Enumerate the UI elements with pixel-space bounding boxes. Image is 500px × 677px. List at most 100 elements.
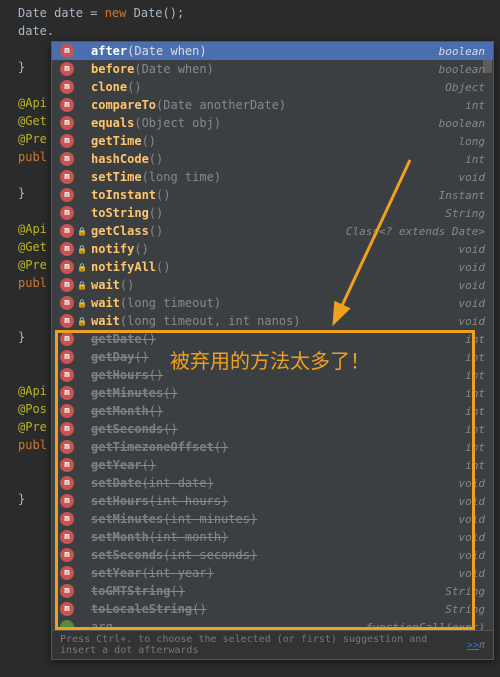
return-type: void — [459, 567, 486, 580]
suggestion-item[interactable]: m🔒wait(long timeout)void — [52, 294, 493, 312]
method-params: () — [163, 422, 177, 436]
method-params: () — [192, 602, 206, 616]
suggestion-item[interactable]: msetHours(int hours)void — [52, 492, 493, 510]
return-type: int — [465, 351, 485, 364]
suggestion-item[interactable]: mgetMonth()int — [52, 402, 493, 420]
lock-icon: 🔒 — [77, 245, 87, 254]
suggestion-item[interactable]: m🔒getClass()Class<? extends Date> — [52, 222, 493, 240]
suggestion-item[interactable]: m🔒notify()void — [52, 240, 493, 258]
method-params: () — [142, 332, 156, 346]
return-type: void — [459, 315, 486, 328]
method-icon: m — [60, 458, 74, 472]
method-params: () — [149, 368, 163, 382]
method-icon: m — [60, 440, 74, 454]
suggestion-item[interactable]: m🔒notifyAll()void — [52, 258, 493, 276]
suggestion-item[interactable]: mgetHours()int — [52, 366, 493, 384]
method-params: (Date when) — [134, 62, 213, 76]
suggestion-item[interactable]: msetMonth(int month)void — [52, 528, 493, 546]
method-icon: m — [60, 278, 74, 292]
method-params: () — [149, 152, 163, 166]
method-icon: m — [60, 170, 74, 184]
method-name: clone — [91, 80, 127, 94]
suggestion-item[interactable]: argfunctionCall(expr) — [52, 618, 493, 630]
suggestion-item[interactable]: mgetDate()int — [52, 330, 493, 348]
return-type: int — [465, 405, 485, 418]
return-type: boolean — [439, 117, 485, 130]
lock-icon: 🔒 — [77, 317, 87, 326]
return-type: int — [465, 387, 485, 400]
method-name: setSeconds — [91, 548, 163, 562]
lock-icon: 🔒 — [77, 281, 87, 290]
method-name: equals — [91, 116, 134, 130]
suggestion-item[interactable]: mtoString()String — [52, 204, 493, 222]
suggestion-item[interactable]: mcompareTo(Date anotherDate)int — [52, 96, 493, 114]
method-params: () — [142, 458, 156, 472]
return-type: int — [465, 99, 485, 112]
return-type: int — [465, 441, 485, 454]
method-icon: m — [60, 476, 74, 490]
method-params: (int seconds) — [163, 548, 257, 562]
autocomplete-popup[interactable]: mafter(Date when)boolean m before(Date whe… — [51, 41, 494, 660]
method-name: setMinutes — [91, 512, 163, 526]
return-type: int — [465, 459, 485, 472]
method-icon: m — [60, 224, 74, 238]
suggestion-item[interactable]: mgetYear()int — [52, 456, 493, 474]
pi-icon[interactable]: π — [479, 640, 485, 651]
suggestion-item[interactable]: m🔒wait(long timeout, int nanos)void — [52, 312, 493, 330]
suggestion-item[interactable]: mhashCode()int — [52, 150, 493, 168]
method-icon: m — [60, 62, 74, 76]
suggestion-item[interactable]: mgetTimezoneOffset()int — [52, 438, 493, 456]
suggestion-item[interactable]: mgetMinutes()int — [52, 384, 493, 402]
lock-icon: 🔒 — [77, 227, 87, 236]
suggestion-item[interactable]: msetTime(long time)void — [52, 168, 493, 186]
suggestion-item[interactable]: m🔒wait()void — [52, 276, 493, 294]
method-icon: m — [60, 386, 74, 400]
suggestion-item[interactable]: msetMinutes(int minutes)void — [52, 510, 493, 528]
method-icon: m — [60, 512, 74, 526]
method-params: (int date) — [142, 476, 214, 490]
method-icon: m — [60, 368, 74, 382]
method-icon: m — [60, 530, 74, 544]
method-name: getMinutes — [91, 386, 163, 400]
return-type: void — [459, 513, 486, 526]
suggestion-item[interactable]: mgetSeconds()int — [52, 420, 493, 438]
method-params: () — [134, 242, 148, 256]
return-type: void — [459, 243, 486, 256]
method-name: compareTo — [91, 98, 156, 112]
method-name: toGMTString — [91, 584, 170, 598]
method-name: wait — [91, 314, 120, 328]
method-name: wait — [91, 278, 120, 292]
method-icon: m — [60, 404, 74, 418]
method-params: () — [149, 404, 163, 418]
suggestion-item[interactable]: msetDate(int date)void — [52, 474, 493, 492]
method-name: before — [91, 62, 134, 76]
return-type: String — [445, 603, 485, 616]
return-type: Object — [445, 81, 485, 94]
suggestion-item[interactable]: mgetTime()long — [52, 132, 493, 150]
method-icon: m — [60, 548, 74, 562]
suggestion-item[interactable]: mgetDay()int — [52, 348, 493, 366]
method-icon: m — [60, 116, 74, 130]
suggestion-item[interactable]: msetSeconds(int seconds)void — [52, 546, 493, 564]
footer-link[interactable]: >> — [467, 640, 479, 651]
return-type: void — [459, 261, 486, 274]
suggestion-item[interactable]: mtoLocaleString()String — [52, 600, 493, 618]
lock-icon: 🔒 — [77, 263, 87, 272]
return-type: void — [459, 297, 486, 310]
method-params: () — [120, 278, 134, 292]
suggestion-item[interactable]: mbefore(Date when)boolean — [52, 60, 493, 78]
suggestion-item[interactable]: mtoInstant()Instant — [52, 186, 493, 204]
suggestion-item[interactable]: msetYear(int year)void — [52, 564, 493, 582]
method-name: getTimezoneOffset — [91, 440, 214, 454]
method-name: getTime — [91, 134, 142, 148]
suggestion-item[interactable]: mtoGMTString()String — [52, 582, 493, 600]
return-type: String — [445, 585, 485, 598]
suggestion-item[interactable]: mequals(Object obj)boolean — [52, 114, 493, 132]
method-params: (int month) — [149, 530, 228, 544]
lock-icon: 🔒 — [77, 299, 87, 308]
suggestion-item[interactable]: mafter(Date when)boolean — [52, 42, 493, 60]
suggestion-item[interactable]: mclone()Object — [52, 78, 493, 96]
return-type: String — [445, 207, 485, 220]
method-name: wait — [91, 296, 120, 310]
method-icon: m — [60, 314, 74, 328]
